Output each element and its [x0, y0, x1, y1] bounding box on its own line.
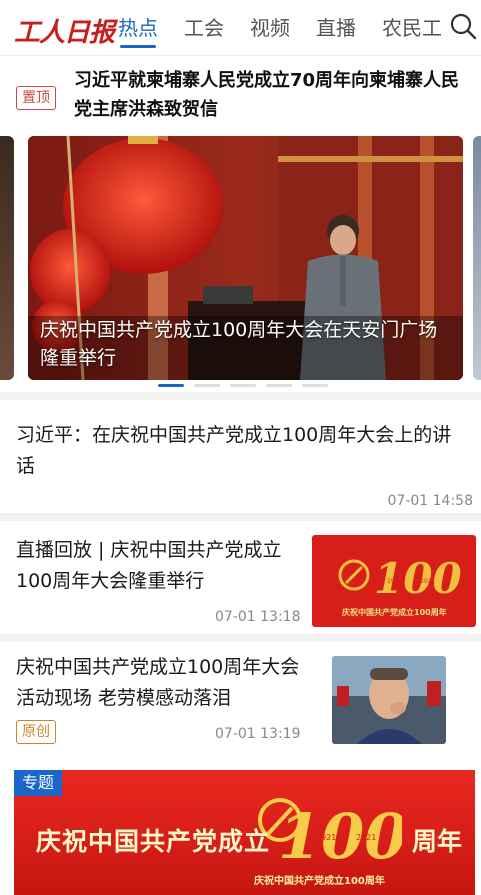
carousel-prev-slide[interactable]	[0, 136, 14, 380]
pinned-badge: 置顶	[16, 86, 56, 110]
list-item[interactable]: 直播回放 | 庆祝中国共产党成立100周年大会隆重举行 07-01 13:18 …	[0, 521, 481, 634]
carousel-dot[interactable]	[302, 384, 328, 387]
topic-title-right: 周年	[412, 827, 463, 856]
carousel-next-slide[interactable]	[473, 136, 481, 380]
svg-text:2021: 2021	[420, 578, 435, 585]
app-logo[interactable]: 工人日报	[14, 12, 115, 49]
centenary-emblem: 100 1921 2021	[258, 798, 402, 873]
section-divider	[0, 634, 481, 642]
svg-text:100: 100	[278, 800, 402, 873]
tab-live[interactable]: 直播	[316, 0, 356, 56]
carousel-dot[interactable]	[158, 384, 184, 387]
carousel-dot[interactable]	[194, 384, 220, 387]
article-time: 07-01 14:58	[387, 493, 473, 509]
topic-title-left: 庆祝中国共产党成立	[36, 827, 271, 856]
article-time: 07-01 13:18	[215, 609, 301, 625]
carousel-dot[interactable]	[266, 384, 292, 387]
tab-union[interactable]: 工会	[184, 0, 224, 56]
topic-subtitle: 庆祝中国共产党成立100周年	[254, 876, 385, 887]
carousel-slide[interactable]: 庆祝中国共产党成立100周年大会在天安门广场隆重举行	[28, 136, 463, 380]
topic-tag: 专题	[14, 770, 63, 796]
search-icon[interactable]	[449, 12, 477, 40]
article-title: 直播回放 | 庆祝中国共产党成立100周年大会隆重举行	[16, 539, 282, 592]
hero-carousel[interactable]: 庆祝中国共产党成立100周年大会在天安门广场隆重举行	[0, 136, 481, 387]
category-tabs: 热点 工会 视频 直播 农民工	[118, 0, 468, 56]
article-time: 07-01 13:19	[215, 726, 301, 742]
section-divider	[0, 513, 481, 521]
section-divider	[0, 392, 481, 400]
list-item[interactable]: 习近平：在庆祝中国共产党成立100周年大会上的讲话 07-01 14:58	[0, 400, 481, 513]
carousel-dot[interactable]	[230, 384, 256, 387]
svg-text:庆祝中国共产党成立100周年: 庆祝中国共产党成立100周年	[341, 607, 447, 617]
svg-text:1921: 1921	[316, 833, 336, 842]
top-header: 工人日报 热点 工会 视频 直播 农民工	[0, 0, 481, 56]
original-badge: 原创	[16, 720, 56, 744]
topic-banner[interactable]: 专题 100 1921 2021 庆祝中国共产党成立 周年 庆祝中国共产党成立1…	[14, 770, 475, 895]
carousel-caption: 庆祝中国共产党成立100周年大会在天安门广场隆重举行	[40, 319, 438, 369]
svg-text:1921: 1921	[387, 578, 402, 585]
tab-hot[interactable]: 热点	[118, 0, 158, 56]
article-thumbnail: 100 1921 2021 庆祝中国共产党成立100周年	[312, 535, 476, 627]
article-title: 习近平：在庆祝中国共产党成立100周年大会上的讲话	[16, 424, 452, 477]
carousel-indicators	[158, 384, 338, 387]
svg-text:2021: 2021	[356, 833, 376, 842]
tab-video[interactable]: 视频	[250, 0, 290, 56]
article-title: 庆祝中国共产党成立100周年大会活动现场 老劳模感动落泪	[16, 656, 300, 709]
list-item[interactable]: 庆祝中国共产党成立100周年大会活动现场 老劳模感动落泪 原创 07-01 13…	[0, 642, 481, 760]
article-thumbnail	[332, 656, 446, 744]
pinned-headline[interactable]: 习近平就柬埔寨人民党成立70周年向柬埔寨人民党主席洪森致贺信	[74, 66, 474, 124]
tab-migrant-workers[interactable]: 农民工	[382, 0, 442, 56]
